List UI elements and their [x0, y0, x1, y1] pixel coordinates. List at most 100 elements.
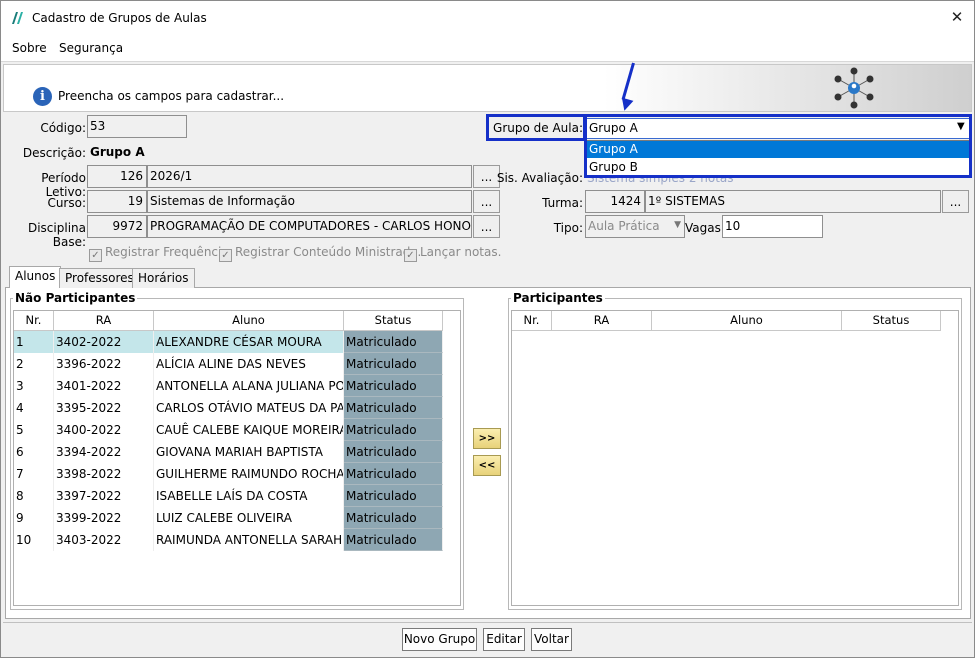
curso-label: Curso:	[47, 196, 86, 210]
participantes-grid[interactable]: Nr. RA Aluno Status	[511, 310, 959, 606]
table-row[interactable]: 7 3398-2022 GUILHERME RAIMUNDO ROCHA Matric…	[14, 463, 443, 485]
add-participant-button[interactable]: >>	[473, 428, 501, 449]
descricao-field[interactable]: Grupo A	[90, 145, 145, 159]
periodo-code-field[interactable]: 126	[87, 165, 147, 188]
cell-status: Matriculado	[344, 331, 443, 353]
checkbox-icon: ✓	[404, 249, 417, 262]
vagas-field[interactable]: 10	[722, 215, 823, 238]
check-label: Lançar notas.	[420, 245, 502, 259]
nao-participantes-title: Não Participantes	[13, 291, 138, 305]
cell-aluno: RAIMUNDA ANTONELLA SARAH ...	[154, 529, 344, 551]
check-registrar-conteudo[interactable]: ✓ Registrar Conteúdo Ministrado.	[219, 245, 421, 262]
checkbox-icon: ✓	[219, 249, 232, 262]
menu-seguranca[interactable]: Segurança	[59, 41, 123, 55]
menu-bar: Sobre Segurança	[1, 35, 974, 62]
table-row[interactable]: 5 3400-2022 CAUÊ CALEBE KAIQUE MOREIRA Matr…	[14, 419, 443, 441]
cell-ra: 3397-2022	[54, 485, 154, 507]
tab-professores[interactable]: Professores	[59, 268, 140, 288]
curso-code-field[interactable]: 19	[87, 190, 147, 213]
remove-participant-button[interactable]: <<	[473, 455, 501, 476]
table-row[interactable]: 10 3403-2022 RAIMUNDA ANTONELLA SARAH ... M…	[14, 529, 443, 551]
cell-aluno: GUILHERME RAIMUNDO ROCHA	[154, 463, 344, 485]
cell-status: Matriculado	[344, 441, 443, 463]
cell-nr: 7	[14, 463, 54, 485]
people-network-icon	[834, 67, 874, 109]
cell-ra: 3394-2022	[54, 441, 154, 463]
tipo-label: Tipo:	[553, 221, 583, 235]
voltar-button[interactable]: Voltar	[531, 628, 572, 651]
cell-aluno: GIOVANA MARIAH BAPTISTA	[154, 441, 344, 463]
tab-horarios[interactable]: Horários	[132, 268, 195, 288]
table-row[interactable]: 2 3396-2022 ALÍCIA ALINE DAS NEVES Matricul…	[14, 353, 443, 375]
turma-label: Turma:	[542, 196, 583, 210]
col-header-aluno[interactable]: Aluno	[652, 311, 842, 331]
info-message: Preencha os campos para cadastrar...	[58, 89, 285, 103]
curso-name-field: Sistemas de Informação	[147, 190, 472, 213]
table-row[interactable]: 4 3395-2022 CARLOS OTÁVIO MATEUS DA PAZ Mat…	[14, 397, 443, 419]
title-bar: Cadastro de Grupos de Aulas ✕	[1, 1, 974, 35]
window-title: Cadastro de Grupos de Aulas	[32, 11, 207, 25]
tipo-select[interactable]: Aula Prática ▼	[585, 215, 685, 238]
turma-code-field[interactable]: 1424	[585, 190, 645, 213]
vagas-label: Vagas:	[685, 221, 725, 235]
cell-aluno: CAUÊ CALEBE KAIQUE MOREIRA	[154, 419, 344, 441]
col-header-nr[interactable]: Nr.	[512, 311, 552, 331]
editar-button[interactable]: Editar	[483, 628, 525, 651]
col-header-ra[interactable]: RA	[54, 311, 154, 331]
info-icon: i	[33, 87, 52, 106]
col-header-status[interactable]: Status	[842, 311, 941, 331]
cell-status: Matriculado	[344, 397, 443, 419]
col-header-ra[interactable]: RA	[552, 311, 652, 331]
cell-status: Matriculado	[344, 529, 443, 551]
cell-aluno: ISABELLE LAÍS DA COSTA	[154, 485, 344, 507]
tab-alunos[interactable]: Alunos	[9, 266, 62, 288]
novo-grupo-button[interactable]: Novo Grupo	[402, 628, 477, 651]
app-logo-icon	[12, 12, 23, 24]
chevron-down-icon: ▼	[674, 220, 681, 230]
cell-status: Matriculado	[344, 485, 443, 507]
cell-aluno: ANTONELLA ALANA JULIANA PO...	[154, 375, 344, 397]
cell-aluno: LUIZ CALEBE OLIVEIRA	[154, 507, 344, 529]
close-icon[interactable]: ✕	[947, 7, 967, 27]
cell-status: Matriculado	[344, 419, 443, 441]
cell-nr: 6	[14, 441, 54, 463]
turma-search-button[interactable]: ...	[942, 190, 969, 213]
main-window: Cadastro de Grupos de Aulas ✕ Sobre Segu…	[0, 0, 975, 658]
table-row[interactable]: 8 3397-2022 ISABELLE LAÍS DA COSTA Matricul…	[14, 485, 443, 507]
cell-aluno: ALEXANDRE CÉSAR MOURA	[154, 331, 344, 353]
cell-aluno: CARLOS OTÁVIO MATEUS DA PAZ	[154, 397, 344, 419]
cell-aluno: ALÍCIA ALINE DAS NEVES	[154, 353, 344, 375]
cell-ra: 3403-2022	[54, 529, 154, 551]
sis-avaliacao-label: Sis. Avaliação:	[496, 171, 583, 185]
cell-ra: 3401-2022	[54, 375, 154, 397]
cell-ra: 3402-2022	[54, 331, 154, 353]
col-header-status[interactable]: Status	[344, 311, 443, 331]
menu-sobre[interactable]: Sobre	[12, 41, 47, 55]
table-row[interactable]: 3 3401-2022 ANTONELLA ALANA JULIANA PO... M…	[14, 375, 443, 397]
disciplina-name-field: PROGRAMAÇÃO DE COMPUTADORES - CARLOS HON…	[147, 215, 472, 238]
cell-ra: 3395-2022	[54, 397, 154, 419]
cell-status: Matriculado	[344, 507, 443, 529]
participantes-title: Participantes	[511, 291, 605, 305]
cell-nr: 8	[14, 485, 54, 507]
check-label: Registrar Frequência.	[105, 245, 233, 259]
table-row[interactable]: 6 3394-2022 GIOVANA MARIAH BAPTISTA Matricu…	[14, 441, 443, 463]
col-header-nr[interactable]: Nr.	[14, 311, 54, 331]
cell-nr: 3	[14, 375, 54, 397]
turma-name-field: 1º SISTEMAS	[645, 190, 941, 213]
codigo-label: Código:	[40, 121, 86, 135]
col-header-aluno[interactable]: Aluno	[154, 311, 344, 331]
cell-nr: 2	[14, 353, 54, 375]
cell-ra: 3398-2022	[54, 463, 154, 485]
table-row[interactable]: 1 3402-2022 ALEXANDRE CÉSAR MOURA Matricula…	[14, 331, 443, 353]
periodo-label: Período Letivo:	[41, 171, 86, 199]
periodo-name-field: 2026/1	[147, 165, 472, 188]
cell-nr: 5	[14, 419, 54, 441]
codigo-field[interactable]: 53	[87, 115, 187, 138]
table-row[interactable]: 9 3399-2022 LUIZ CALEBE OLIVEIRA Matriculad…	[14, 507, 443, 529]
disciplina-code-field[interactable]: 9972	[87, 215, 147, 238]
nao-participantes-grid[interactable]: Nr. RA Aluno Status 1 3402-2022 ALEXANDRE …	[13, 310, 461, 606]
check-lancar-notas[interactable]: ✓ Lançar notas.	[404, 245, 501, 262]
check-registrar-frequencia[interactable]: ✓ Registrar Frequência.	[89, 245, 233, 262]
tipo-select-value: Aula Prática	[588, 219, 660, 233]
